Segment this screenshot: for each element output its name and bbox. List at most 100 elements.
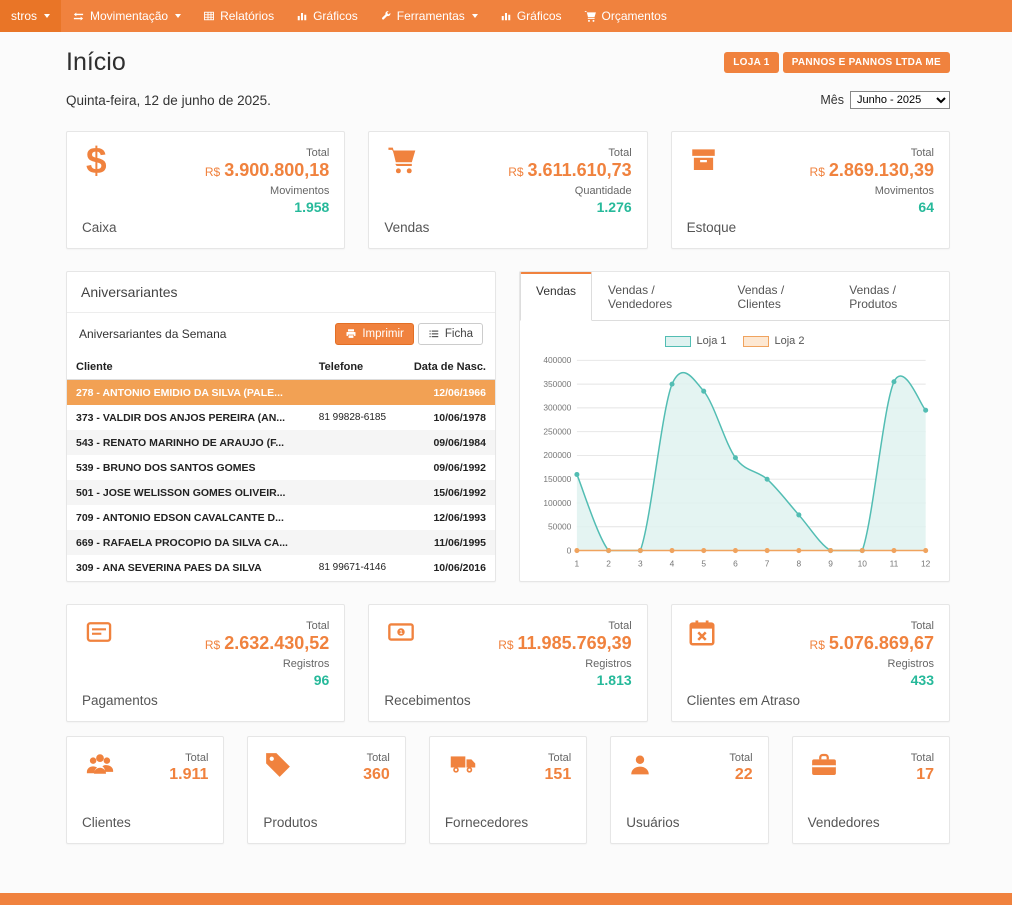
metric-value-count: 64	[810, 199, 934, 215]
table-row[interactable]: 543 - RENATO MARINHO DE ARAUJO (F...09/0…	[67, 430, 495, 455]
stat-card-label: Pagamentos	[82, 693, 158, 708]
table-row[interactable]: 278 - ANTONIO EMIDIO DA SILVA (PALE...12…	[67, 380, 495, 406]
tag-icon	[263, 750, 293, 780]
tab-vendas-clientes[interactable]: Vendas / Clientes	[721, 272, 833, 321]
amount: 2.869.130,39	[829, 160, 934, 180]
small-card-label: Clientes	[82, 815, 131, 830]
stat-right: Total 17	[911, 750, 934, 830]
amount: 11.985.769,39	[518, 633, 632, 653]
metric-label: Registros	[498, 658, 631, 670]
svg-text:7: 7	[765, 558, 770, 568]
store-badge[interactable]: LOJA 1	[724, 52, 778, 73]
tab-vendas-produtos[interactable]: Vendas / Produtos	[833, 272, 949, 321]
metric-label: Registros	[205, 658, 329, 670]
svg-text:10: 10	[858, 558, 868, 568]
metric-label: Movimentos	[810, 185, 934, 197]
legend-label: Loja 1	[697, 335, 727, 347]
nav-item-relatorios[interactable]: Relatórios	[192, 0, 285, 32]
stat-left: Clientes em Atraso	[687, 618, 800, 708]
cell-cliente: 669 - RAFAELA PROCOPIO DA SILVA CA...	[67, 530, 310, 555]
svg-text:4: 4	[670, 558, 675, 568]
table-row[interactable]: 373 - VALDIR DOS ANJOS PEREIRA (AN...81 …	[67, 405, 495, 430]
stat-cards-row-1: $ Caixa Total R$3.900.800,18 Movimentos …	[66, 131, 950, 249]
cart-icon	[384, 145, 420, 176]
nav-item-graficos[interactable]: Gráficos	[489, 0, 573, 32]
metric-value-count: 1.813	[498, 672, 631, 688]
page-title: Início	[66, 48, 126, 77]
svg-text:50000: 50000	[548, 522, 572, 532]
nav-item-label: Gráficos	[517, 9, 562, 23]
table-row[interactable]: 709 - ANTONIO EDSON CAVALCANTE D...12/06…	[67, 505, 495, 530]
tab-vendas-vendedores[interactable]: Vendas / Vendedores	[592, 272, 721, 321]
metric-label: Quantidade	[508, 185, 631, 197]
ficha-button[interactable]: Ficha	[418, 323, 483, 345]
small-card-usuarios: Usuários Total 22	[610, 736, 768, 844]
truck-icon	[445, 750, 481, 778]
stat-right: Total 22	[729, 750, 752, 830]
nav-item-graficos[interactable]: Gráficos	[285, 0, 369, 32]
metric-label: Total	[911, 752, 934, 764]
table-row[interactable]: 309 - ANA SEVERINA PAES DA SILVA81 99671…	[67, 555, 495, 580]
stat-right: Total 1.911	[169, 750, 208, 830]
legend-item-loja-1: Loja 1	[665, 335, 727, 347]
chart-tabs: VendasVendas / VendedoresVendas / Client…	[520, 272, 949, 321]
birthdays-panel: Aniversariantes Aniversariantes da Seman…	[66, 271, 496, 582]
table-icon	[203, 10, 215, 22]
svg-text:100000: 100000	[543, 498, 571, 508]
small-card-produtos: Produtos Total 360	[247, 736, 405, 844]
nav-item-movimentacao[interactable]: Movimentação	[61, 0, 192, 32]
birthdays-actions: Imprimir Ficha	[335, 323, 483, 345]
currency-prefix: R$	[810, 638, 825, 652]
small-card-clientes: Clientes Total 1.911	[66, 736, 224, 844]
cell-cliente: 709 - ANTONIO EDSON CAVALCANTE D...	[67, 505, 310, 530]
small-cards-row: Clientes Total 1.911 Produtos Total 360	[66, 736, 950, 844]
stat-left: Estoque	[687, 145, 737, 235]
svg-text:150000: 150000	[543, 474, 571, 484]
stat-right: Total R$11.985.769,39 Registros 1.813	[498, 618, 631, 708]
table-row[interactable]: 501 - JOSE WELISSON GOMES OLIVEIR...15/0…	[67, 480, 495, 505]
metric-value-total: R$2.632.430,52	[205, 633, 329, 654]
sales-chart-panel: VendasVendas / VendedoresVendas / Client…	[519, 271, 950, 582]
svg-text:9: 9	[828, 558, 833, 568]
table-header-row: Cliente Telefone Data de Nasc.	[67, 355, 495, 380]
svg-text:300000: 300000	[543, 403, 571, 413]
stat-left: Vendedores	[808, 750, 880, 830]
metric-value-total: R$5.076.869,67	[810, 633, 934, 654]
caret-down-icon	[175, 14, 181, 18]
svg-text:6: 6	[733, 558, 738, 568]
sales-line-chart: 0500001000001500002000002500003000003500…	[534, 351, 935, 573]
nav-item-label: Relatórios	[220, 9, 274, 23]
metric-label: Total	[205, 147, 329, 159]
month-select[interactable]: Junho - 2025	[850, 91, 950, 109]
cell-telefone	[310, 530, 400, 555]
company-badge[interactable]: PANNOS E PANNOS LTDA ME	[783, 52, 950, 73]
table-row[interactable]: 539 - BRUNO DOS SANTOS GOMES 09/06/1992	[67, 455, 495, 480]
amount: 3.900.800,18	[224, 160, 329, 180]
table-row[interactable]: 669 - RAFAELA PROCOPIO DA SILVA CA...11/…	[67, 530, 495, 555]
metric-value-count: 1.276	[508, 199, 631, 215]
small-card-label: Fornecedores	[445, 815, 528, 830]
amount: 2.632.430,52	[224, 633, 329, 653]
svg-text:2: 2	[606, 558, 611, 568]
nav-item-orcamentos[interactable]: Orçamentos	[573, 0, 678, 32]
stat-left: Produtos	[263, 750, 317, 830]
amount: 3.611.610,73	[528, 160, 632, 180]
nav-item-ferramentas[interactable]: Ferramentas	[369, 0, 489, 32]
birthdays-table: Cliente Telefone Data de Nasc. 278 - ANT…	[67, 355, 495, 580]
stat-right: Total R$2.632.430,52 Registros 96	[205, 618, 329, 708]
svg-text:250000: 250000	[543, 426, 571, 436]
column-header-telefone: Telefone	[310, 355, 400, 380]
nav-item-stros[interactable]: stros	[0, 0, 61, 32]
metric-value: 360	[363, 766, 390, 784]
print-button-label: Imprimir	[362, 328, 404, 340]
dollar-icon: $	[82, 145, 117, 177]
nav-item-label: Gráficos	[313, 9, 358, 23]
print-button[interactable]: Imprimir	[335, 323, 414, 345]
briefcase-icon	[808, 750, 840, 780]
stat-right: Total R$5.076.869,67 Registros 433	[810, 618, 934, 708]
archive-icon	[687, 145, 720, 175]
month-label: Mês	[820, 93, 844, 107]
cell-data: 09/06/1992	[400, 455, 495, 480]
tab-vendas[interactable]: Vendas	[520, 272, 592, 321]
cell-cliente: 539 - BRUNO DOS SANTOS GOMES	[67, 455, 310, 480]
